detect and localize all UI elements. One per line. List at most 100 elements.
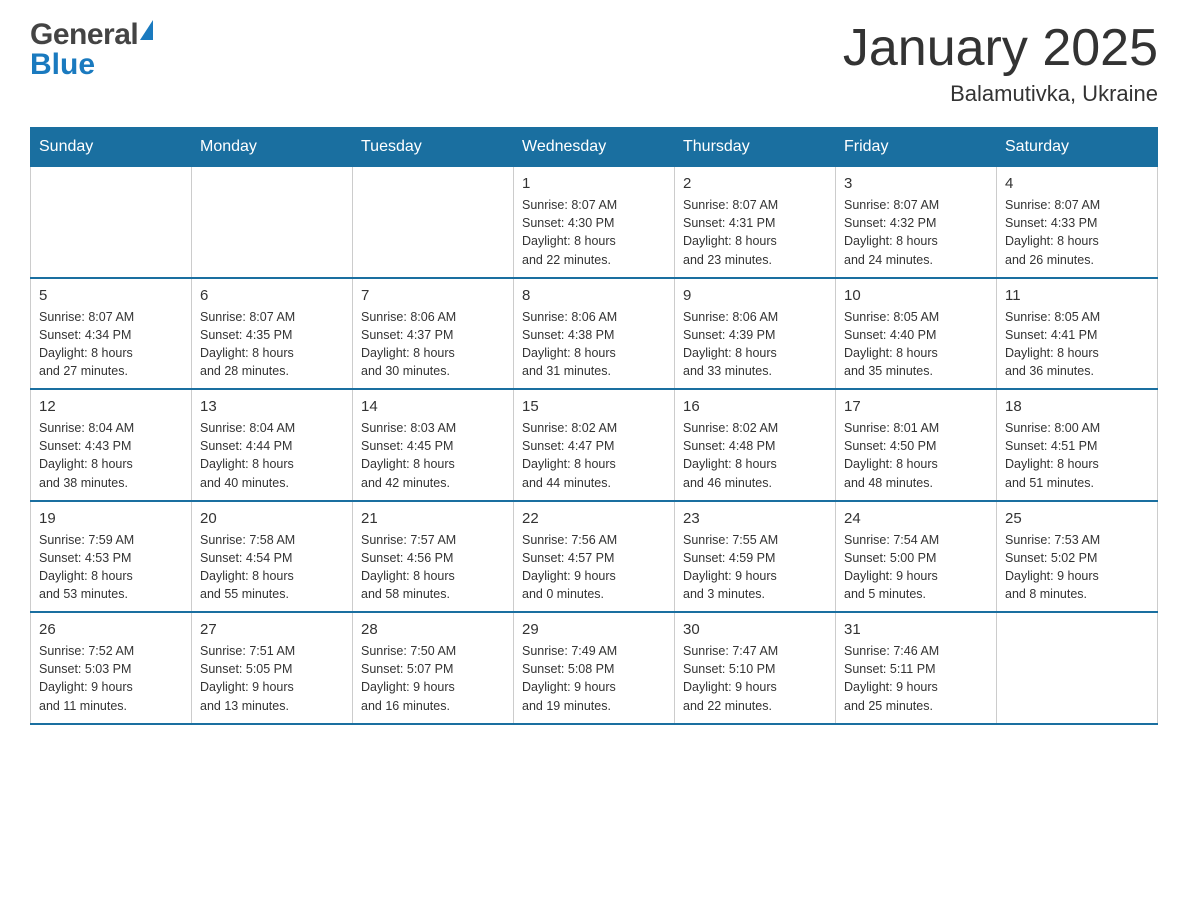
calendar-week-row: 12 Sunrise: 8:04 AM Sunset: 4:43 PM Dayli…	[31, 389, 1158, 501]
calendar-day-cell: 13 Sunrise: 8:04 AM Sunset: 4:44 PM Dayli…	[192, 389, 353, 501]
day-number: 13	[200, 398, 344, 415]
day-info: Sunrise: 8:03 AM Sunset: 4:45 PM Dayligh…	[361, 419, 505, 492]
day-number: 6	[200, 287, 344, 304]
day-of-week-header: Saturday	[997, 128, 1158, 167]
day-number: 2	[683, 175, 827, 192]
day-info: Sunrise: 7:56 AM Sunset: 4:57 PM Dayligh…	[522, 531, 666, 604]
day-number: 1	[522, 175, 666, 192]
calendar-day-cell: 3 Sunrise: 8:07 AM Sunset: 4:32 PM Daylig…	[836, 167, 997, 278]
calendar-day-cell: 27 Sunrise: 7:51 AM Sunset: 5:05 PM Dayli…	[192, 612, 353, 724]
calendar-week-row: 5 Sunrise: 8:07 AM Sunset: 4:34 PM Daylig…	[31, 278, 1158, 390]
calendar-title: January 2025	[843, 20, 1158, 77]
logo-triangle-icon	[140, 20, 153, 40]
day-info: Sunrise: 7:58 AM Sunset: 4:54 PM Dayligh…	[200, 531, 344, 604]
calendar-table: SundayMondayTuesdayWednesdayThursdayFrid…	[30, 127, 1158, 725]
page-header: General Blue January 2025 Balamutivka, U…	[30, 20, 1158, 107]
day-info: Sunrise: 8:07 AM Sunset: 4:31 PM Dayligh…	[683, 196, 827, 269]
day-number: 12	[39, 398, 183, 415]
day-info: Sunrise: 7:57 AM Sunset: 4:56 PM Dayligh…	[361, 531, 505, 604]
day-number: 15	[522, 398, 666, 415]
day-number: 24	[844, 510, 988, 527]
day-info: Sunrise: 8:05 AM Sunset: 4:41 PM Dayligh…	[1005, 308, 1149, 381]
calendar-header-row: SundayMondayTuesdayWednesdayThursdayFrid…	[31, 128, 1158, 167]
day-number: 5	[39, 287, 183, 304]
calendar-day-cell: 9Sunrise: 8:06 AM Sunset: 4:39 PM Daylig…	[675, 278, 836, 390]
day-info: Sunrise: 7:53 AM Sunset: 5:02 PM Dayligh…	[1005, 531, 1149, 604]
calendar-day-cell: 6Sunrise: 8:07 AM Sunset: 4:35 PM Daylig…	[192, 278, 353, 390]
day-info: Sunrise: 7:47 AM Sunset: 5:10 PM Dayligh…	[683, 642, 827, 715]
day-number: 14	[361, 398, 505, 415]
day-number: 22	[522, 510, 666, 527]
calendar-day-cell: 25 Sunrise: 7:53 AM Sunset: 5:02 PM Dayli…	[997, 501, 1158, 613]
day-info: Sunrise: 8:06 AM Sunset: 4:37 PM Dayligh…	[361, 308, 505, 381]
day-info: Sunrise: 8:06 AM Sunset: 4:38 PM Dayligh…	[522, 308, 666, 381]
calendar-day-cell	[31, 167, 192, 278]
day-number: 26	[39, 621, 183, 638]
calendar-day-cell: 24 Sunrise: 7:54 AM Sunset: 5:00 PM Dayli…	[836, 501, 997, 613]
calendar-day-cell: 10 Sunrise: 8:05 AM Sunset: 4:40 PM Dayli…	[836, 278, 997, 390]
calendar-day-cell: 23Sunrise: 7:55 AM Sunset: 4:59 PM Dayli…	[675, 501, 836, 613]
day-of-week-header: Thursday	[675, 128, 836, 167]
day-number: 10	[844, 287, 988, 304]
day-number: 19	[39, 510, 183, 527]
calendar-day-cell: 29Sunrise: 7:49 AM Sunset: 5:08 PM Dayli…	[514, 612, 675, 724]
calendar-day-cell: 8 Sunrise: 8:06 AM Sunset: 4:38 PM Daylig…	[514, 278, 675, 390]
day-number: 20	[200, 510, 344, 527]
calendar-day-cell: 5 Sunrise: 8:07 AM Sunset: 4:34 PM Daylig…	[31, 278, 192, 390]
day-info: Sunrise: 7:55 AM Sunset: 4:59 PM Dayligh…	[683, 531, 827, 604]
calendar-day-cell	[353, 167, 514, 278]
day-number: 18	[1005, 398, 1149, 415]
day-number: 9	[683, 287, 827, 304]
day-info: Sunrise: 7:51 AM Sunset: 5:05 PM Dayligh…	[200, 642, 344, 715]
calendar-day-cell: 2 Sunrise: 8:07 AM Sunset: 4:31 PM Daylig…	[675, 167, 836, 278]
day-info: Sunrise: 8:01 AM Sunset: 4:50 PM Dayligh…	[844, 419, 988, 492]
logo-general-text: General	[30, 20, 138, 50]
day-number: 11	[1005, 287, 1149, 304]
day-number: 3	[844, 175, 988, 192]
calendar-day-cell: 26 Sunrise: 7:52 AM Sunset: 5:03 PM Dayli…	[31, 612, 192, 724]
calendar-day-cell: 21Sunrise: 7:57 AM Sunset: 4:56 PM Dayli…	[353, 501, 514, 613]
day-of-week-header: Wednesday	[514, 128, 675, 167]
calendar-day-cell	[192, 167, 353, 278]
day-of-week-header: Sunday	[31, 128, 192, 167]
day-of-week-header: Tuesday	[353, 128, 514, 167]
day-number: 25	[1005, 510, 1149, 527]
calendar-week-row: 19Sunrise: 7:59 AM Sunset: 4:53 PM Dayli…	[31, 501, 1158, 613]
calendar-day-cell: 20 Sunrise: 7:58 AM Sunset: 4:54 PM Dayli…	[192, 501, 353, 613]
calendar-day-cell: 19Sunrise: 7:59 AM Sunset: 4:53 PM Dayli…	[31, 501, 192, 613]
day-info: Sunrise: 8:00 AM Sunset: 4:51 PM Dayligh…	[1005, 419, 1149, 492]
day-info: Sunrise: 8:07 AM Sunset: 4:34 PM Dayligh…	[39, 308, 183, 381]
day-info: Sunrise: 7:54 AM Sunset: 5:00 PM Dayligh…	[844, 531, 988, 604]
calendar-day-cell: 15 Sunrise: 8:02 AM Sunset: 4:47 PM Dayli…	[514, 389, 675, 501]
calendar-day-cell: 31Sunrise: 7:46 AM Sunset: 5:11 PM Dayli…	[836, 612, 997, 724]
day-info: Sunrise: 8:07 AM Sunset: 4:32 PM Dayligh…	[844, 196, 988, 269]
calendar-day-cell: 17Sunrise: 8:01 AM Sunset: 4:50 PM Dayli…	[836, 389, 997, 501]
day-info: Sunrise: 8:07 AM Sunset: 4:33 PM Dayligh…	[1005, 196, 1149, 269]
calendar-week-row: 26 Sunrise: 7:52 AM Sunset: 5:03 PM Dayli…	[31, 612, 1158, 724]
calendar-day-cell: 30Sunrise: 7:47 AM Sunset: 5:10 PM Dayli…	[675, 612, 836, 724]
day-info: Sunrise: 8:04 AM Sunset: 4:44 PM Dayligh…	[200, 419, 344, 492]
day-info: Sunrise: 7:50 AM Sunset: 5:07 PM Dayligh…	[361, 642, 505, 715]
calendar-week-row: 1Sunrise: 8:07 AM Sunset: 4:30 PM Daylig…	[31, 167, 1158, 278]
day-info: Sunrise: 8:04 AM Sunset: 4:43 PM Dayligh…	[39, 419, 183, 492]
day-of-week-header: Friday	[836, 128, 997, 167]
calendar-day-cell: 1Sunrise: 8:07 AM Sunset: 4:30 PM Daylig…	[514, 167, 675, 278]
calendar-day-cell: 11 Sunrise: 8:05 AM Sunset: 4:41 PM Dayli…	[997, 278, 1158, 390]
day-info: Sunrise: 8:05 AM Sunset: 4:40 PM Dayligh…	[844, 308, 988, 381]
calendar-day-cell: 4Sunrise: 8:07 AM Sunset: 4:33 PM Daylig…	[997, 167, 1158, 278]
calendar-subtitle: Balamutivka, Ukraine	[843, 81, 1158, 107]
day-number: 27	[200, 621, 344, 638]
calendar-day-cell: 14 Sunrise: 8:03 AM Sunset: 4:45 PM Dayli…	[353, 389, 514, 501]
calendar-day-cell: 12 Sunrise: 8:04 AM Sunset: 4:43 PM Dayli…	[31, 389, 192, 501]
logo-blue-text: Blue	[30, 48, 95, 81]
day-number: 8	[522, 287, 666, 304]
day-info: Sunrise: 8:02 AM Sunset: 4:47 PM Dayligh…	[522, 419, 666, 492]
title-section: January 2025 Balamutivka, Ukraine	[843, 20, 1158, 107]
calendar-day-cell	[997, 612, 1158, 724]
day-of-week-header: Monday	[192, 128, 353, 167]
day-number: 28	[361, 621, 505, 638]
day-info: Sunrise: 7:52 AM Sunset: 5:03 PM Dayligh…	[39, 642, 183, 715]
calendar-day-cell: 16Sunrise: 8:02 AM Sunset: 4:48 PM Dayli…	[675, 389, 836, 501]
day-number: 16	[683, 398, 827, 415]
day-info: Sunrise: 7:46 AM Sunset: 5:11 PM Dayligh…	[844, 642, 988, 715]
